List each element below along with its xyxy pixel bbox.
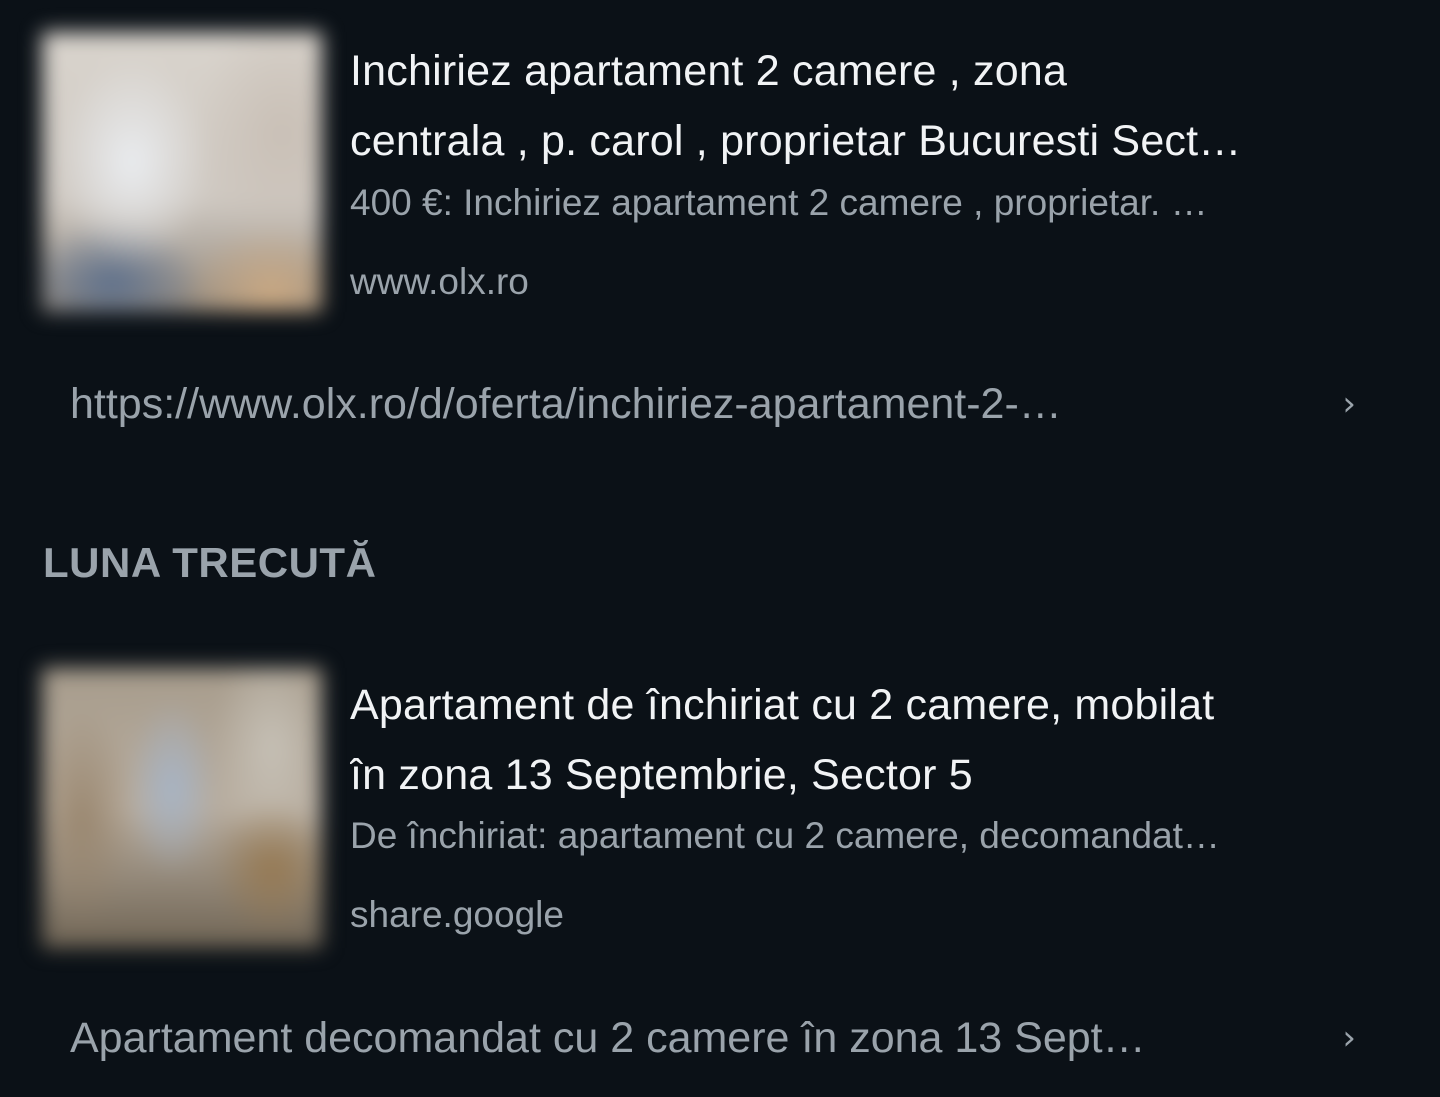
result-title-line-2[interactable]: în zona 13 Septembrie, Sector 5 — [350, 740, 1380, 810]
result-thumbnail[interactable] — [42, 668, 322, 948]
result-domain: www.olx.ro — [350, 261, 529, 302]
result-link-row[interactable]: Apartament decomandat cu 2 camere în zon… — [70, 1008, 1370, 1068]
result-thumbnail[interactable] — [42, 32, 322, 312]
result-title-line-1[interactable]: Apartament de închiriat cu 2 camere, mob… — [350, 670, 1380, 740]
result-title[interactable]: Inchiriez apartament 2 camere , zona cen… — [350, 36, 1380, 176]
section-header: LUNA TRECUTĂ — [43, 539, 377, 586]
result-snippet: De închiriat: apartament cu 2 camere, de… — [350, 815, 1220, 856]
result-title-line-1[interactable]: Inchiriez apartament 2 camere , zona — [350, 36, 1380, 106]
result-link-text[interactable]: Apartament decomandat cu 2 camere în zon… — [70, 1008, 1285, 1068]
result-link-row[interactable]: https://www.olx.ro/d/oferta/inchiriez-ap… — [70, 374, 1370, 434]
result-title[interactable]: Apartament de închiriat cu 2 camere, mob… — [350, 670, 1380, 810]
result-domain: share.google — [350, 894, 564, 935]
result-link-url[interactable]: https://www.olx.ro/d/oferta/inchiriez-ap… — [70, 374, 1285, 434]
result-snippet: 400 €: Inchiriez apartament 2 camere , p… — [350, 182, 1208, 223]
chevron-right-icon[interactable]: › — [1342, 374, 1356, 434]
result-title-line-2[interactable]: centrala , p. carol , proprietar Bucures… — [350, 106, 1380, 176]
chevron-right-icon[interactable]: › — [1342, 1008, 1356, 1068]
